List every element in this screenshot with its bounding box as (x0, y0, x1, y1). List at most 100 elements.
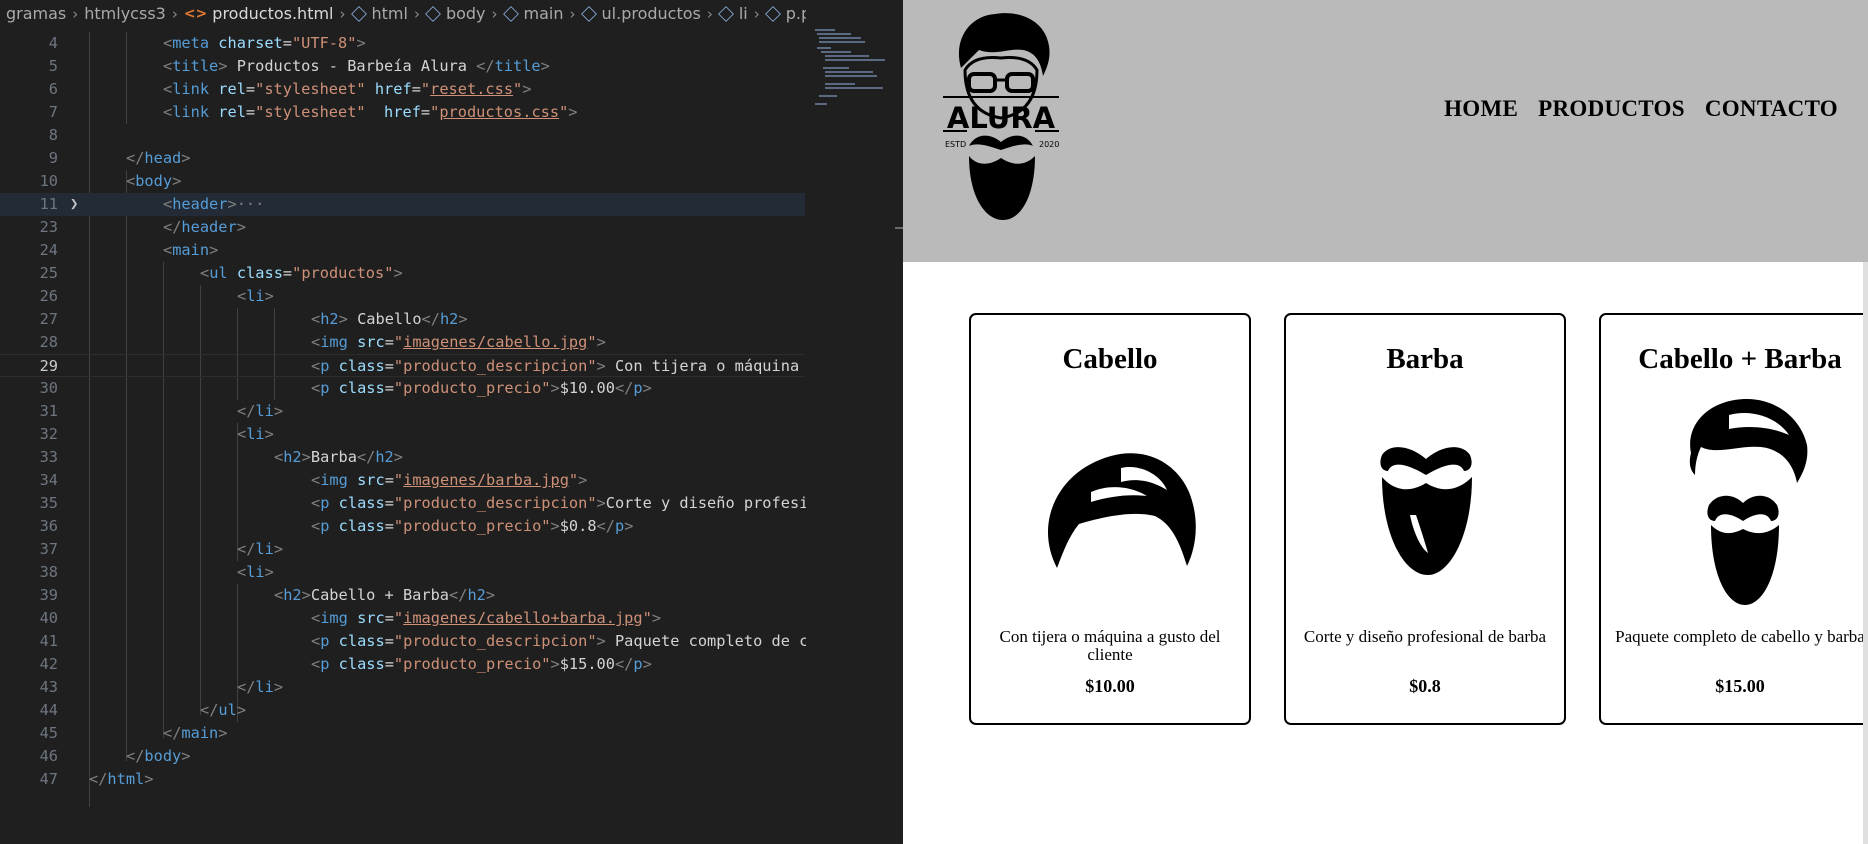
code-text: </html> (89, 770, 154, 788)
code-line[interactable]: 26 <li> (0, 285, 805, 308)
code-line[interactable]: 31 </li> (0, 400, 805, 423)
code-line[interactable]: 37 </li> (0, 538, 805, 561)
line-number: 5 (48, 57, 58, 75)
code-line[interactable]: 8 (0, 124, 805, 147)
code-area[interactable]: 4 <meta charset="UTF-8"> 5 <title> Product… (0, 32, 809, 844)
code-text: </header> (163, 218, 246, 236)
code-line[interactable]: 40 <img src="imagenes/cabello+barba.jpg"> (0, 607, 805, 630)
logo-brand-text: ALURA (947, 101, 1056, 135)
code-line[interactable]: 41 <p class="producto_descripcion"> Paque… (0, 630, 809, 653)
breadcrumb-label: body (445, 4, 486, 23)
code-text: <p class="producto_precio">$10.00</p> (311, 379, 652, 397)
code-line[interactable]: 24 <main> (0, 239, 805, 262)
line-number: 44 (39, 701, 58, 719)
nav-home-link[interactable]: HOME (1444, 96, 1518, 122)
code-line[interactable]: 10 <body> (0, 170, 805, 193)
code-text: <title> Productos - Barbeía Alura </titl… (163, 57, 550, 75)
code-line-current[interactable]: 29 <p class="producto_descripcion"> Con t… (0, 354, 805, 377)
line-number: 6 (48, 80, 58, 98)
line-number: 10 (39, 172, 58, 190)
code-line[interactable]: 9 </head> (0, 147, 805, 170)
chevron-right-icon: › (706, 4, 713, 23)
product-price: $15.00 (1715, 676, 1765, 696)
line-number: 26 (39, 287, 58, 305)
code-line[interactable]: 43 </li> (0, 676, 805, 699)
code-text: </main> (163, 724, 228, 742)
logo-year-text: 2020 (1039, 140, 1059, 149)
symbol-cube-icon (764, 5, 781, 22)
nav-contacto-link[interactable]: CONTACTO (1705, 96, 1838, 122)
hair-icon (971, 440, 1249, 585)
breadcrumb-item-symbol[interactable]: body (425, 4, 486, 23)
code-text: <header>··· (163, 195, 265, 213)
code-line[interactable]: 42 <p class="producto_precio">$15.00</p> (0, 653, 805, 676)
code-line[interactable]: 6 <link rel="stylesheet" href="reset.css"… (0, 78, 805, 101)
breadcrumb-label: main (523, 4, 564, 23)
code-text: <p class="producto_descripcion"> Con tij… (311, 357, 800, 375)
line-number: 45 (39, 724, 58, 742)
fold-chevron-icon[interactable]: ❯ (70, 193, 78, 216)
folded-ellipsis[interactable]: ··· (237, 195, 265, 213)
product-card-cabello: Cabello Con tijera o máquina a gusto del… (969, 313, 1251, 725)
link-reset-css[interactable]: reset.css (430, 80, 513, 98)
chevron-right-icon: › (413, 4, 420, 23)
code-text: <meta charset="UTF-8"> (163, 34, 366, 52)
symbol-cube-icon (717, 5, 734, 22)
breadcrumb-item-folder[interactable]: gramas (6, 4, 66, 23)
line-number: 40 (39, 609, 58, 627)
code-line[interactable]: 36 <p class="producto_precio">$0.8</p> (0, 515, 805, 538)
browser-preview: ALURA ESTD 2020 HOME PRODUCTOS CONTACTO … (903, 0, 1868, 844)
code-line[interactable]: 47 </html> (0, 768, 805, 791)
breadcrumb-item-file[interactable]: <> productos.html (184, 4, 334, 23)
line-number: 31 (39, 402, 58, 420)
code-line[interactable]: 35 <p class="producto_descripcion">Corte … (0, 492, 809, 515)
breadcrumb-item-symbol[interactable]: ul.productos (580, 4, 701, 23)
scrollbar-thumb[interactable] (895, 227, 903, 229)
code-line[interactable]: 33 <h2>Barba</h2> (0, 446, 805, 469)
code-line[interactable]: 4 <meta charset="UTF-8"> (0, 32, 805, 55)
breadcrumb: gramas › htmlycss3 › <> productos.html › … (0, 0, 903, 27)
link-img-cabello[interactable]: imagenes/cabello.jpg (403, 333, 587, 351)
breadcrumb-item-symbol[interactable]: main (502, 4, 564, 23)
breadcrumb-item-symbol[interactable]: html (350, 4, 408, 23)
code-text: <h2> Cabello</h2> (311, 310, 468, 328)
line-number: 37 (39, 540, 58, 558)
link-img-barba[interactable]: imagenes/barba.jpg (403, 471, 569, 489)
minimap[interactable] (813, 27, 893, 107)
code-line[interactable]: 32 <li> (0, 423, 805, 446)
line-number: 28 (39, 333, 58, 351)
code-line[interactable]: 7 <link rel="stylesheet" href="productos.… (0, 101, 805, 124)
code-line[interactable]: 44 </ul> (0, 699, 805, 722)
code-line-folded[interactable]: 11 ❯ <header>··· (0, 193, 805, 216)
code-text: <p class="producto_precio">$15.00</p> (311, 655, 652, 673)
breadcrumb-label: productos.html (212, 4, 334, 23)
nav-productos-link[interactable]: PRODUCTOS (1538, 96, 1685, 122)
code-line[interactable]: 45 </main> (0, 722, 805, 745)
line-number: 24 (39, 241, 58, 259)
code-text: <body> (126, 172, 182, 190)
product-price: $0.8 (1409, 676, 1441, 696)
breadcrumb-item-symbol[interactable]: li (717, 4, 748, 23)
code-line[interactable]: 23 </header> (0, 216, 805, 239)
html-file-icon: <> (183, 5, 208, 22)
code-line[interactable]: 5 <title> Productos - Barbeía Alura </tit… (0, 55, 805, 78)
code-line[interactable]: 30 <p class="producto_precio">$10.00</p> (0, 377, 805, 400)
code-line[interactable]: 39 <h2>Cabello + Barba</h2> (0, 584, 805, 607)
link-img-cabello-barba[interactable]: imagenes/cabello+barba.jpg (403, 609, 642, 627)
code-text: </ul> (200, 701, 247, 719)
code-line[interactable]: 34 <img src="imagenes/barba.jpg"> (0, 469, 805, 492)
beard-icon (1286, 435, 1564, 590)
chevron-right-icon: › (72, 4, 79, 23)
barber-logo[interactable]: ALURA ESTD 2020 (939, 6, 1063, 226)
link-productos-css[interactable]: productos.css (439, 103, 559, 121)
product-title: Barba (1386, 343, 1464, 375)
code-line[interactable]: 38 <li> (0, 561, 805, 584)
code-line[interactable]: 27 <h2> Cabello</h2> (0, 308, 805, 331)
code-line[interactable]: 46 </body> (0, 745, 805, 768)
code-editor[interactable]: gramas › htmlycss3 › <> productos.html › … (0, 0, 903, 844)
breadcrumb-item-folder[interactable]: htmlycss3 (84, 4, 166, 23)
editor-scrollbar-area[interactable] (806, 0, 903, 844)
preview-scrollbar[interactable] (1863, 262, 1868, 844)
code-line[interactable]: 25 <ul class="productos"> (0, 262, 805, 285)
code-line[interactable]: 28 <img src="imagenes/cabello.jpg"> (0, 331, 805, 354)
